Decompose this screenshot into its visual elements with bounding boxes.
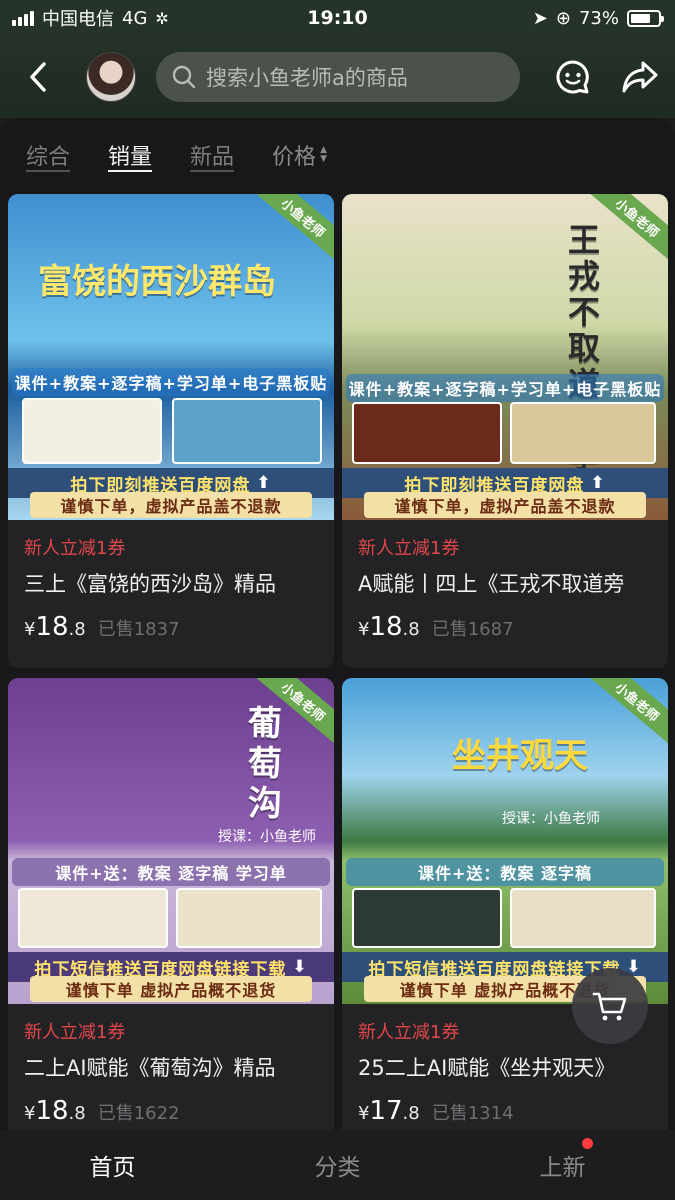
product-card[interactable]: 坐井观天 小鱼老师 授课：小鱼老师 课件+送：教案 逐字稿 拍下短信推送百度网盘… [342,678,668,1130]
sold-count: 已售1837 [97,619,180,640]
sold-count: 已售1622 [97,1103,180,1124]
product-name: 三上《富饶的西沙岛》精品 [24,572,276,596]
tab-sales[interactable]: 销量 [108,139,152,171]
tab-price-label: 价格 [272,145,317,170]
chevron-left-icon [30,62,46,92]
customer-service-icon[interactable] [555,59,591,95]
search-input[interactable]: 搜索小鱼老师a的商品 [156,52,520,102]
no-refund-banner: 谨慎下单，虚拟产品盖不退款 [364,492,646,518]
price-integer: 18 [369,612,403,642]
cart-icon [592,992,627,1021]
island-image [172,398,322,464]
price-decimal: .8 [68,1103,86,1124]
shop-avatar[interactable] [86,52,136,102]
product-card[interactable]: 王戎不取道旁李 小鱼老师 课件+教案+逐字稿+学习单+电子黑板贴 拍下即刻推送百… [342,194,668,668]
search-placeholder: 搜索小鱼老师a的商品 [206,66,408,90]
battery-icon [627,9,664,27]
slide-image [352,888,502,948]
product-panel: 综合 销量 新品 价格 ▲ ▼ 富饶的西沙群岛 小鱼老师 课件+教案+逐字稿+学习… [0,118,675,1130]
product-name: A赋能丨四上《王戎不取道旁 [358,572,625,596]
cart-button[interactable] [572,968,648,1044]
carrier-label: 中国电信 [42,9,114,30]
coupon-label: 新人立减1券 [24,538,126,559]
notification-dot [582,1138,593,1149]
no-refund-banner: 谨慎下单 虚拟产品概不退货 [30,976,312,1002]
product-name: 25二上AI赋能《坐井观天》 [358,1056,616,1080]
map-image [22,398,162,464]
tab-price[interactable]: 价格 ▲ ▼ [272,139,327,171]
coupon-label: 新人立减1券 [358,538,460,559]
no-refund-banner: 谨慎下单，虚拟产品盖不退款 [30,492,312,518]
nav-new-arrivals[interactable]: 上新 [450,1138,675,1182]
price-decimal: .8 [68,619,86,640]
arrow-up-icon: ⬆ [590,473,606,493]
currency-symbol: ¥ [24,1103,36,1124]
battery-percent: 73% [578,7,619,29]
price-integer: 18 [35,1096,69,1126]
product-card[interactable]: 葡萄沟 小鱼老师 授课：小鱼老师 课件+送：教案 逐字稿 学习单 拍下短信推送百… [8,678,334,1130]
bundle-text: 课件+教案+逐字稿+学习单+电子黑板贴 [346,374,664,402]
nav-home-label: 首页 [89,1155,136,1181]
map-image [18,888,168,948]
thumbnail-title: 坐井观天 [452,736,588,776]
currency-symbol: ¥ [358,1103,370,1124]
product-card[interactable]: 富饶的西沙群岛 小鱼老师 课件+教案+逐字稿+学习单+电子黑板贴 拍下即刻推送百… [8,194,334,668]
task-image [510,888,656,948]
location-icon: ➤ [532,7,548,29]
thumbnail-title: 葡萄沟 [248,704,282,824]
search-icon [172,65,196,89]
loading-icon: ✲ [155,8,169,28]
orientation-lock-icon: ⊕ [555,7,571,29]
thumbnail-title: 富饶的西沙群岛 [38,262,276,302]
back-button[interactable] [16,55,60,99]
sold-count: 已售1314 [431,1103,514,1124]
product-thumbnail[interactable]: 葡萄沟 小鱼老师 授课：小鱼老师 课件+送：教案 逐字稿 学习单 拍下短信推送百… [8,678,334,1004]
price-decimal: .8 [402,1103,420,1124]
sort-toggle-icon: ▲ ▼ [320,145,327,164]
network-label: 4G [122,7,148,29]
product-thumbnail[interactable]: 富饶的西沙群岛 小鱼老师 课件+教案+逐字稿+学习单+电子黑板贴 拍下即刻推送百… [8,194,334,520]
currency-symbol: ¥ [358,619,370,640]
tab-new[interactable]: 新品 [190,139,234,171]
arrow-up-icon: ⬆ [256,473,272,493]
coupon-label: 新人立减1券 [24,1022,126,1043]
byline: 授课：小鱼老师 [502,811,600,827]
byline: 授课：小鱼老师 [218,829,316,845]
price-decimal: .8 [402,619,420,640]
bundle-text: 课件+教案+逐字稿+学习单+电子黑板贴 [12,368,330,396]
download-icon: ⬇ [292,957,308,977]
sold-count: 已售1687 [431,619,514,640]
status-bar: 中国电信 4G ✲ 19:10 ➤ ⊕ 73% [0,0,675,36]
brand-ribbon: 小鱼老师 [583,678,668,750]
slide-image [176,888,322,948]
product-thumbnail[interactable]: 王戎不取道旁李 小鱼老师 课件+教案+逐字稿+学习单+电子黑板贴 拍下即刻推送百… [342,194,668,520]
signal-icon [12,10,34,26]
nav-category-label: 分类 [314,1155,361,1181]
stage-image [352,402,502,464]
nav-new-label: 上新 [539,1155,586,1181]
bundle-text: 课件+送：教案 逐字稿 学习单 [12,858,330,886]
bundle-text: 课件+送：教案 逐字稿 [346,858,664,886]
price-integer: 18 [35,612,69,642]
currency-symbol: ¥ [24,619,36,640]
price-integer: 17 [369,1096,403,1126]
store-header: 搜索小鱼老师a的商品 [0,36,675,118]
sort-tabs: 综合 销量 新品 价格 ▲ ▼ [0,118,675,192]
product-name: 二上AI赋能《葡萄沟》精品 [24,1056,276,1080]
share-icon[interactable] [621,60,659,94]
bottom-nav: 首页 分类 上新 [0,1130,675,1200]
slide-image [510,402,656,464]
product-thumbnail[interactable]: 坐井观天 小鱼老师 授课：小鱼老师 课件+送：教案 逐字稿 拍下短信推送百度网盘… [342,678,668,1004]
nav-category[interactable]: 分类 [225,1148,450,1182]
nav-home[interactable]: 首页 [0,1148,225,1182]
tab-comprehensive[interactable]: 综合 [26,139,70,171]
